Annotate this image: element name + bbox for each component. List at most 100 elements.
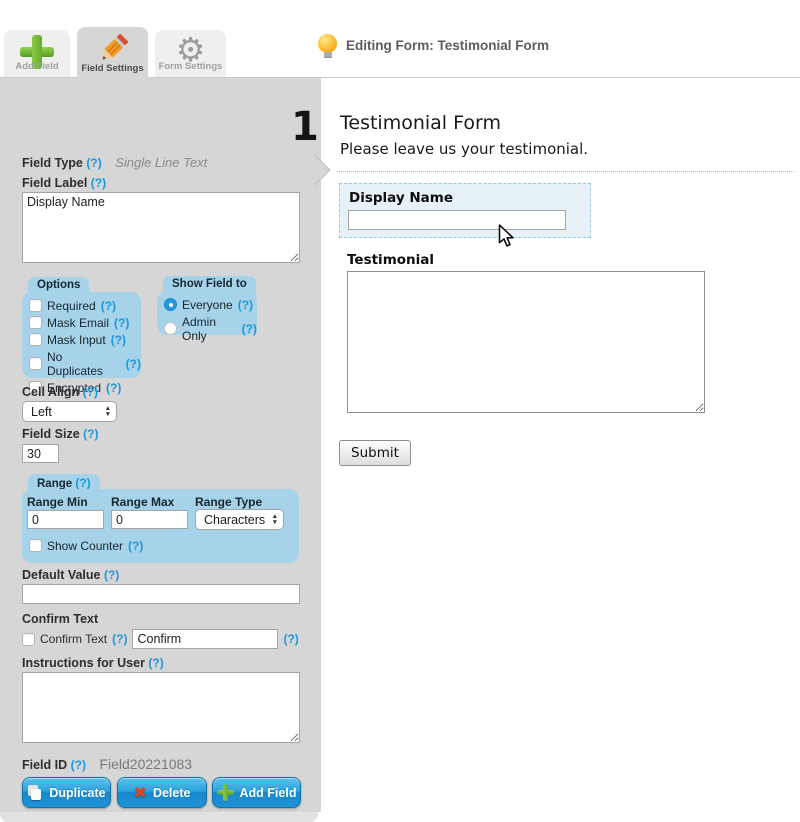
required-label: Required <box>47 299 96 313</box>
select-arrows-icon: ▲▼ <box>272 514 278 525</box>
confirm-text-row: Confirm Text (?) (?) <box>22 629 299 649</box>
confirm-text-checkbox[interactable] <box>22 633 35 646</box>
testimonial-label: Testimonial <box>347 252 434 268</box>
cell-align-label: Cell Align <box>22 385 79 399</box>
sidebar-footer <box>0 812 318 822</box>
field-step-number: 1 <box>291 104 319 150</box>
help-link[interactable]: (?) <box>86 156 101 170</box>
show-counter-label: Show Counter <box>47 539 123 553</box>
field-size-label: Field Size <box>22 427 80 441</box>
help-link[interactable]: (?) <box>104 568 119 582</box>
duplicate-button[interactable]: Duplicate <box>22 777 111 808</box>
everyone-radio[interactable] <box>164 298 177 311</box>
help-link[interactable]: (?) <box>101 299 116 313</box>
default-value-row: Default Value (?) <box>22 568 119 582</box>
display-name-label: Display Name <box>349 190 453 206</box>
help-link[interactable]: (?) <box>112 632 127 646</box>
editing-form-title: Editing Form: Testimonial Form <box>346 38 549 53</box>
confirm-text-input[interactable] <box>132 629 278 649</box>
confirm-text-label: Confirm Text <box>40 632 107 646</box>
help-link[interactable]: (?) <box>242 322 257 336</box>
range-type-value: Characters <box>204 513 265 527</box>
mask-input-checkbox[interactable] <box>29 333 42 346</box>
instructions-textarea[interactable] <box>22 672 300 743</box>
select-arrows-icon: ▲▼ <box>105 406 111 417</box>
help-link[interactable]: (?) <box>128 539 143 553</box>
field-label-textarea[interactable]: Display Name <box>22 192 300 263</box>
tab-add-field[interactable]: Add Field <box>4 30 70 77</box>
help-link[interactable]: (?) <box>126 357 141 371</box>
help-link[interactable]: (?) <box>75 476 90 490</box>
field-settings-panel: Field Type (?) Single Line Text Field La… <box>0 78 321 812</box>
no-duplicates-label: No Duplicates <box>47 350 121 378</box>
editing-form-header: Editing Form: Testimonial Form <box>318 34 549 57</box>
help-link[interactable]: (?) <box>148 656 163 670</box>
preview-field-display-name[interactable]: Display Name <box>339 183 591 238</box>
confirm-text-heading: Confirm Text <box>22 612 98 626</box>
delete-x-icon: ✖ <box>134 785 147 801</box>
field-type-row: Field Type (?) Single Line Text <box>22 155 207 170</box>
tab-form-settings[interactable]: ⚙ Form Settings <box>155 30 226 77</box>
tab-field-settings-label: Field Settings <box>77 63 148 74</box>
required-checkbox[interactable] <box>29 299 42 312</box>
help-link[interactable]: (?) <box>111 333 126 347</box>
no-duplicates-checkbox[interactable] <box>29 357 42 370</box>
help-link[interactable]: (?) <box>283 632 298 646</box>
mask-input-label: Mask Input <box>47 333 106 347</box>
option-mask-email: Mask Email (?) <box>22 314 141 331</box>
instructions-label: Instructions for User <box>22 656 145 670</box>
show-counter-checkbox[interactable] <box>29 539 42 552</box>
delete-button-label: Delete <box>153 786 191 800</box>
help-link[interactable]: (?) <box>238 298 253 312</box>
show-field-to-group: Everyone (?) Admin Only (?) <box>157 291 257 335</box>
everyone-label: Everyone <box>182 298 233 312</box>
instructions-row: Instructions for User (?) <box>22 656 164 670</box>
range-max-input[interactable] <box>111 510 188 529</box>
option-mask-input: Mask Input (?) <box>22 331 141 348</box>
cell-align-row: Cell Align (?) <box>22 385 98 399</box>
field-type-value: Single Line Text <box>115 155 207 170</box>
range-min-label: Range Min <box>27 495 88 509</box>
delete-button[interactable]: ✖ Delete <box>117 777 207 808</box>
field-type-label: Field Type <box>22 156 83 170</box>
form-title: Testimonial Form <box>340 112 501 134</box>
help-link[interactable]: (?) <box>106 381 121 395</box>
show-counter-row: Show Counter (?) <box>22 537 143 554</box>
display-name-input[interactable] <box>348 210 566 230</box>
field-size-input[interactable] <box>22 444 59 463</box>
submit-button[interactable]: Submit <box>339 440 411 466</box>
cell-align-value: Left <box>31 405 52 419</box>
field-id-label: Field ID <box>22 758 67 772</box>
copy-icon <box>27 785 43 801</box>
help-link[interactable]: (?) <box>114 316 129 330</box>
range-type-select[interactable]: Characters ▲▼ <box>195 509 284 530</box>
form-subtitle: Please leave us your testimonial. <box>340 140 588 158</box>
add-field-button-label: Add Field <box>240 786 297 800</box>
mask-email-checkbox[interactable] <box>29 316 42 329</box>
add-field-button[interactable]: Add Field <box>212 777 301 808</box>
help-link[interactable]: (?) <box>71 758 86 772</box>
field-label-row: Field Label (?) <box>22 176 106 190</box>
field-id-value: Field20221083 <box>99 756 192 772</box>
help-link[interactable]: (?) <box>83 427 98 441</box>
option-no-duplicates: No Duplicates (?) <box>22 348 141 379</box>
field-label-label: Field Label <box>22 176 87 190</box>
range-min-input[interactable] <box>27 510 104 529</box>
tab-field-settings[interactable]: Field Settings <box>77 27 148 79</box>
plus-icon <box>217 784 234 801</box>
mask-email-label: Mask Email <box>47 316 109 330</box>
default-value-label: Default Value <box>22 568 101 582</box>
option-required: Required (?) <box>22 297 141 314</box>
range-group: Range Min Range Max Range Type Character… <box>22 489 299 563</box>
cell-align-select[interactable]: Left ▲▼ <box>22 401 117 422</box>
duplicate-button-label: Duplicate <box>49 786 105 800</box>
help-link[interactable]: (?) <box>91 176 106 190</box>
options-group: Required (?) Mask Email (?) Mask Input (… <box>22 292 141 378</box>
admin-only-radio[interactable] <box>164 322 177 335</box>
show-field-admin-only: Admin Only (?) <box>157 313 257 344</box>
help-link[interactable]: (?) <box>83 385 98 399</box>
dotted-separator <box>337 171 794 172</box>
field-size-row: Field Size (?) <box>22 427 98 441</box>
testimonial-textarea[interactable] <box>347 271 705 413</box>
default-value-input[interactable] <box>22 584 300 604</box>
